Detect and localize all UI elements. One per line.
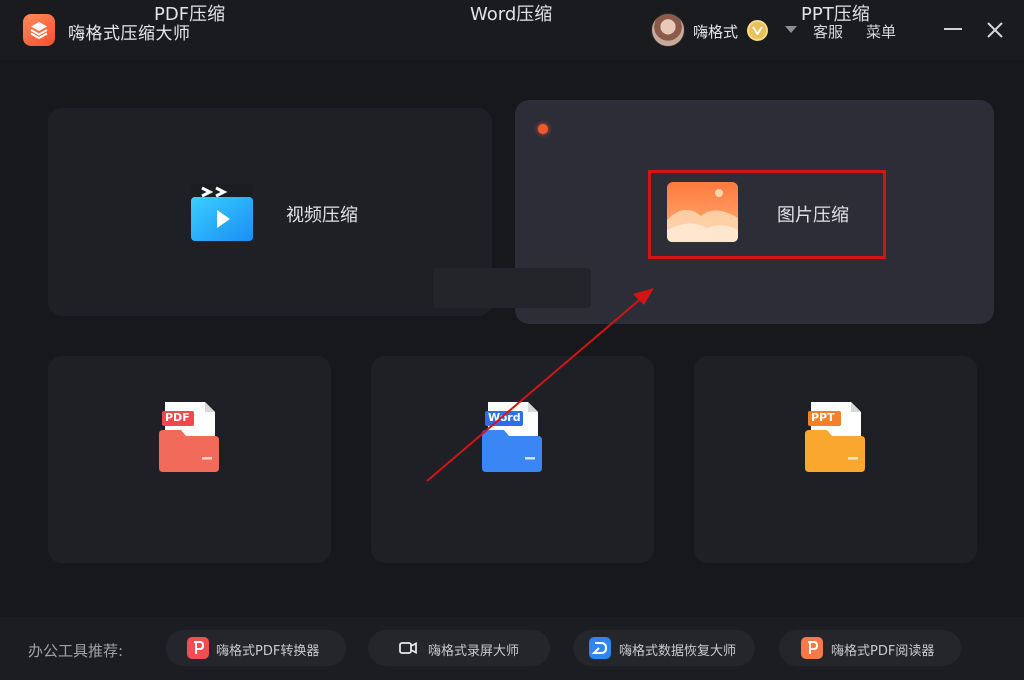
video-compress-card[interactable] <box>48 108 492 316</box>
video-clapper-icon <box>191 184 253 241</box>
app-logo-icon <box>23 14 55 46</box>
pdf-badge-text: PDF <box>165 411 190 424</box>
ppt-badge-text: PPT <box>811 411 835 424</box>
user-dropdown-caret-icon[interactable] <box>785 26 797 33</box>
app-window: 嗨格式压缩大师 嗨格式 客服 菜单 视频压缩 图片压缩 PDF PDF压缩 Wo… <box>0 0 1024 680</box>
user-avatar[interactable] <box>651 13 685 47</box>
pdf-converter-icon <box>187 637 209 659</box>
pdf-compress-label: PDF压缩 <box>154 4 226 25</box>
tool-pdf-reader-label[interactable]: 嗨格式PDF阅读器 <box>831 640 934 659</box>
close-button[interactable] <box>985 20 1005 40</box>
menu-button[interactable]: 菜单 <box>866 21 896 42</box>
selection-highlight-box <box>648 170 886 259</box>
pdf-reader-icon <box>801 637 823 659</box>
tool-pdf-converter-label[interactable]: 嗨格式PDF转换器 <box>216 640 319 659</box>
vip-badge-icon[interactable] <box>747 20 768 41</box>
tool-data-recovery-label[interactable]: 嗨格式数据恢复大师 <box>619 640 736 659</box>
user-name[interactable]: 嗨格式 <box>693 21 738 42</box>
tool-screen-recorder-label[interactable]: 嗨格式录屏大师 <box>428 640 519 659</box>
word-badge-text: Word <box>488 411 521 424</box>
notification-dot <box>538 124 548 134</box>
ppt-compress-label: PPT压缩 <box>801 4 870 25</box>
screen-recorder-icon <box>397 637 419 659</box>
minimize-button[interactable] <box>944 28 962 30</box>
word-compress-label: Word压缩 <box>470 4 553 25</box>
footer-recommend-label: 办公工具推荐: <box>28 642 124 660</box>
data-recovery-icon <box>589 637 611 659</box>
tooltip-shadow <box>433 268 591 308</box>
video-compress-label: 视频压缩 <box>286 205 358 226</box>
